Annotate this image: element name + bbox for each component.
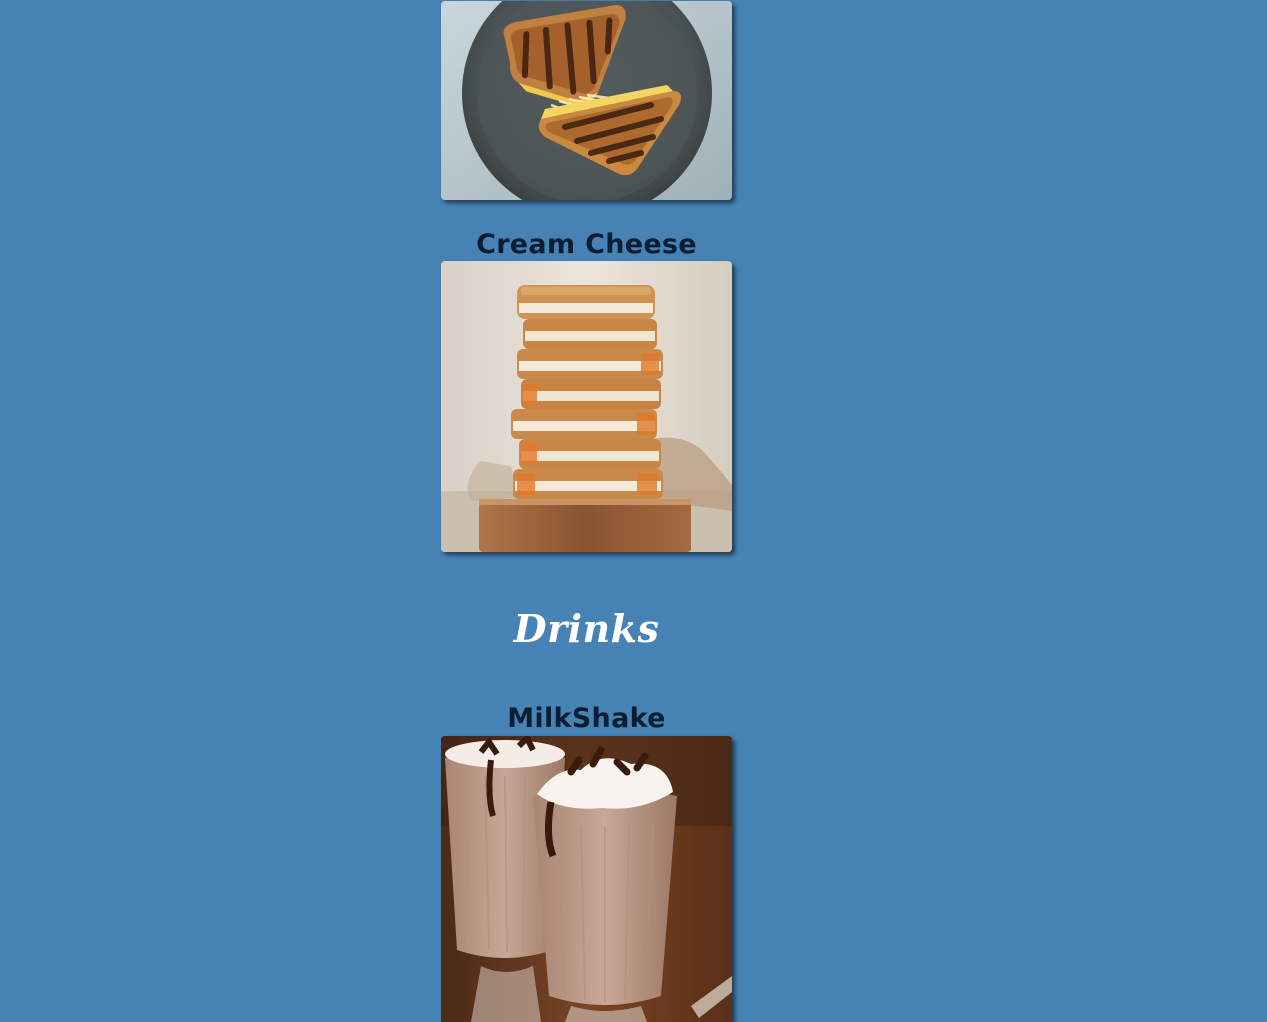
cream-cheese-sandwich-photo xyxy=(441,261,732,552)
grilled-cheese-photo xyxy=(441,1,732,200)
item-title-milkshake: MilkShake xyxy=(507,703,666,734)
menu-page: Cream Cheese Drinks MilkShake xyxy=(0,0,1267,1022)
item-title-cream-cheese: Cream Cheese xyxy=(476,229,697,260)
section-heading-drinks: Drinks xyxy=(513,606,660,651)
milkshake-photo xyxy=(441,736,732,1022)
